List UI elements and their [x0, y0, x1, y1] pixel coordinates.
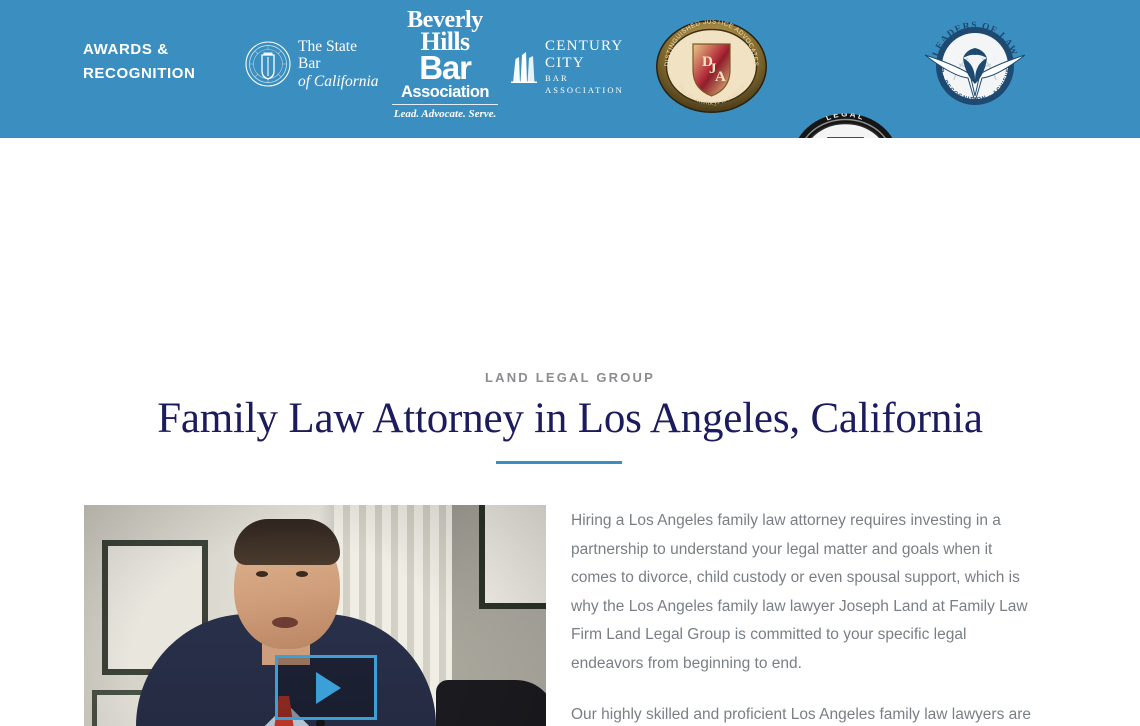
bhba-tagline: Lead. Advocate. Serve. [393, 108, 497, 120]
title-underline-divider [496, 461, 622, 464]
bhba-divider [392, 104, 498, 105]
state-bar-of-california-logo[interactable]: The State Bar of California [245, 38, 381, 90]
play-icon [316, 671, 341, 704]
page-title: Family Law Attorney in Los Angeles, Cali… [157, 395, 983, 442]
century-city-bar-association-logo[interactable]: CENTURY CITY BAR ASSOCIATION [511, 38, 645, 95]
century-city-line-1: CENTURY CITY [545, 38, 623, 71]
century-city-towers-icon [511, 51, 537, 83]
awards-label-line-2: RECOGNITION [83, 65, 196, 82]
state-bar-wordmark: The State Bar of California [298, 38, 381, 90]
distinguished-justice-advocates-seal[interactable]: D J A DISTINGUISHED JUSTICE ADVOCATES To… [656, 20, 767, 113]
beverly-hills-bar-association-logo[interactable]: Beverly Hills Bar Association Lead. Advo… [386, 8, 504, 128]
century-city-wordmark: CENTURY CITY BAR ASSOCIATION [545, 38, 645, 96]
state-bar-line-2: of California [298, 72, 379, 90]
state-bar-seal-icon [245, 41, 291, 87]
video-play-button[interactable] [275, 655, 377, 720]
page-eyebrow: LAND LEGAL GROUP [484, 370, 656, 385]
century-city-line-2: BAR ASSOCIATION [545, 73, 624, 95]
intro-paragraph-1: Hiring a Los Angeles family law attorney… [571, 512, 1028, 672]
bhba-line-3: Bar [419, 49, 472, 86]
intro-copy: Hiring a Los Angeles family law attorney… [571, 507, 1042, 726]
legal-ambassadors-seal[interactable]: L A LEGAL AMBASSADORS [792, 113, 899, 138]
state-bar-line-1: The State Bar [298, 37, 357, 73]
intro-paragraph-2: Our highly skilled and proficient Los An… [571, 706, 1032, 723]
bhba-line-4: Association [400, 83, 490, 101]
svg-text:A: A [715, 69, 726, 85]
leaders-of-law-seal[interactable]: LEADERS OF LAW HONOR · RECOGNITION · ACH… [917, 14, 1030, 114]
main-content: LAND LEGAL GROUP Family Law Attorney in … [0, 138, 1140, 726]
awards-recognition-label: AWARDS & RECOGNITION [83, 38, 233, 86]
awards-recognition-bar: AWARDS & RECOGNITION The State Bar of Ca… [0, 0, 1140, 138]
awards-label-line-1: AWARDS & [83, 41, 169, 58]
